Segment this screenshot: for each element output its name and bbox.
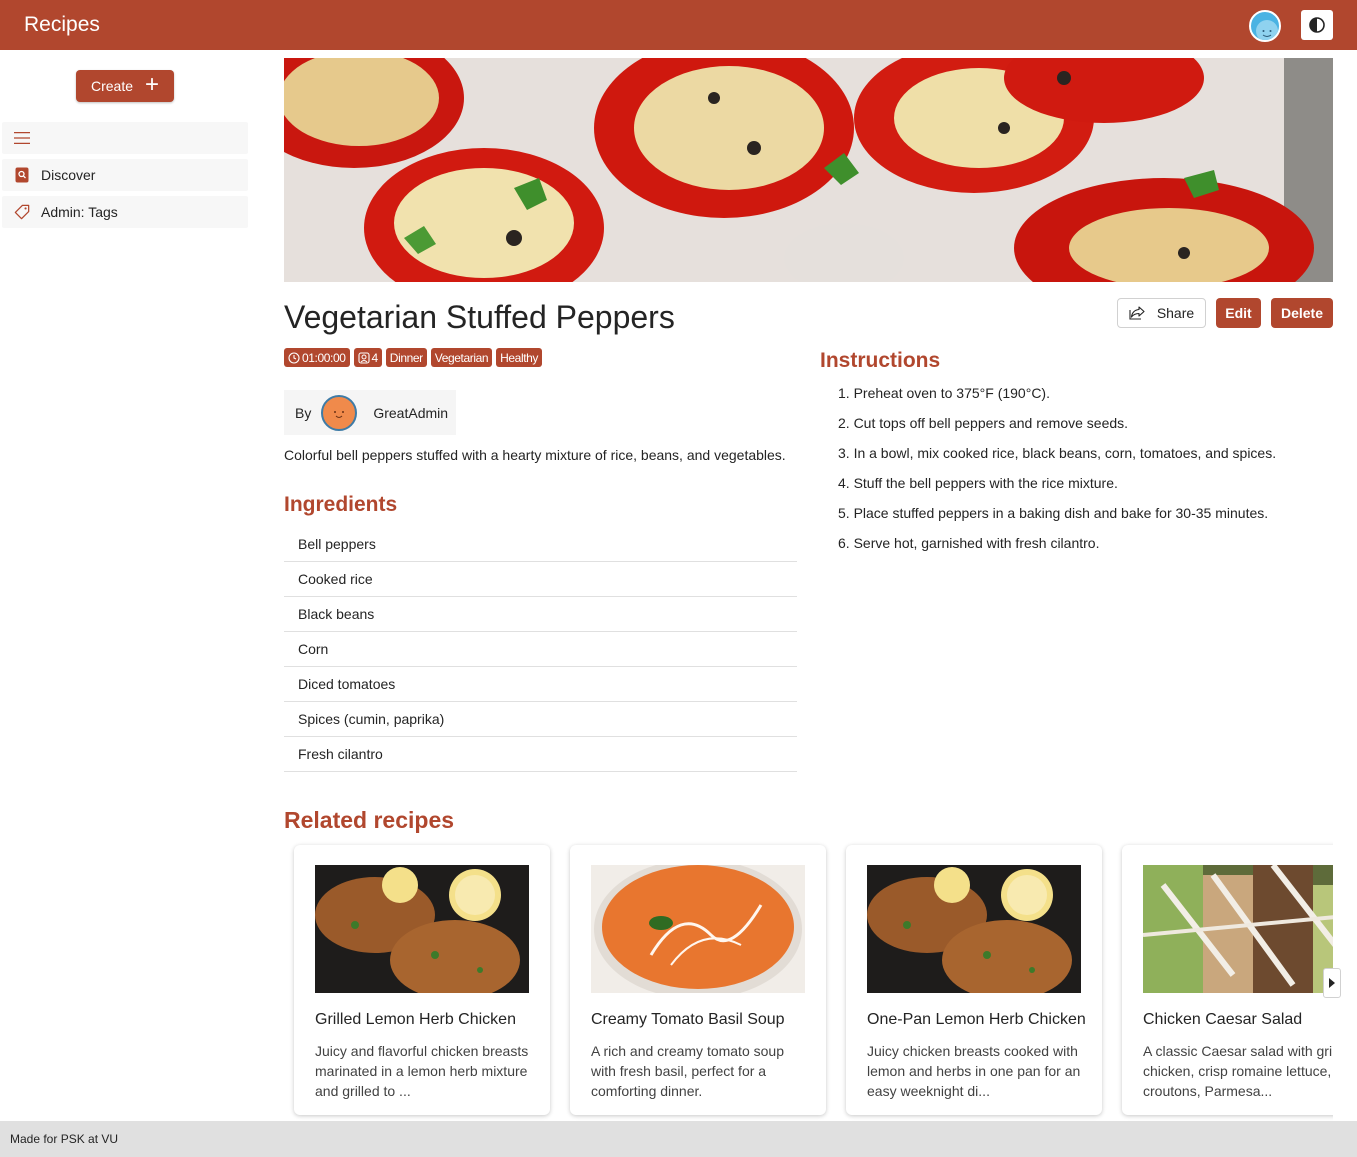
recipe-card-description: Juicy chicken breasts cooked with lemon … <box>867 1043 1081 1099</box>
recipe-badges: 01:00:00 4 Dinner Vegetarian Healthy <box>284 348 543 367</box>
create-button[interactable]: Create + <box>76 70 174 102</box>
footer-text: Made for PSK at VU <box>10 1132 119 1146</box>
recipe-card[interactable]: Creamy Tomato Basil Soup A rich and crea… <box>570 845 826 1115</box>
recipe-card-image <box>867 865 1081 993</box>
servings-badge: 4 <box>353 348 382 367</box>
recipe-card-description: A rich and creamy tomato soup with fresh… <box>591 1043 784 1099</box>
tag-badge[interactable]: Healthy <box>496 348 543 367</box>
recipe-card[interactable]: Chicken Caesar Salad A classic Caesar sa… <box>1122 845 1333 1115</box>
author-prefix: By <box>295 404 312 421</box>
list-item: Bell peppers <box>284 527 797 562</box>
sidebar-item-discover[interactable]: Discover <box>2 159 248 191</box>
list-item: Fresh cilantro <box>284 737 797 772</box>
carousel-next-button[interactable] <box>1323 968 1341 998</box>
servings-value: 4 <box>371 350 379 365</box>
clock-icon <box>288 351 300 364</box>
instruction-step: 3. In a bowl, mix cooked rice, black bea… <box>838 445 1277 461</box>
list-item: Black beans <box>284 597 797 632</box>
instructions-heading: Instructions <box>820 349 941 372</box>
edit-button[interactable]: Edit <box>1216 298 1261 328</box>
duration-badge: 01:00:00 <box>284 348 350 367</box>
instruction-step: 1. Preheat oven to 375°F (190°C). <box>838 385 1050 401</box>
author-name: GreatAdmin <box>373 404 449 421</box>
list-item: Cooked rice <box>284 562 797 597</box>
recipe-title: Vegetarian Stuffed Peppers <box>284 299 675 335</box>
chevron-right-icon <box>1329 978 1335 988</box>
sidebar-item-menu[interactable] <box>2 122 248 154</box>
hamburger-icon <box>14 130 30 146</box>
author-card[interactable]: By GreatAdmin <box>284 390 456 435</box>
contrast-icon <box>1309 17 1325 33</box>
recipe-card-image <box>315 865 529 993</box>
list-item: Spices (cumin, paprika) <box>284 702 797 737</box>
instruction-step: 2. Cut tops off bell peppers and remove … <box>838 415 1129 431</box>
list-item: Diced tomatoes <box>284 667 797 702</box>
share-label: Share <box>1156 305 1195 321</box>
recipe-card-title: Creamy Tomato Basil Soup <box>591 1011 785 1028</box>
instruction-step: 4. Stuff the bell peppers with the rice … <box>838 475 1118 491</box>
share-button[interactable]: Share <box>1117 298 1206 328</box>
recipe-description: Colorful bell peppers stuffed with a hea… <box>284 447 786 463</box>
delete-button[interactable]: Delete <box>1271 298 1333 328</box>
related-heading: Related recipes <box>284 807 455 833</box>
sidebar-nav: Discover Admin: Tags <box>2 122 248 233</box>
sidebar-item-label: Discover <box>41 167 96 183</box>
recipe-actions: Share Edit Delete <box>1117 298 1333 328</box>
related-carousel: Grilled Lemon Herb Chicken Juicy and fla… <box>284 836 1333 1122</box>
recipe-card-description: A classic Caesar salad with grilled chic… <box>1143 1043 1333 1099</box>
recipe-card-title: One-Pan Lemon Herb Chicken <box>867 1011 1086 1028</box>
tag-badge[interactable]: Vegetarian <box>430 348 493 367</box>
recipe-card-image <box>591 865 805 993</box>
share-icon <box>1129 306 1145 320</box>
author-avatar <box>321 394 358 431</box>
recipe-hero-image <box>284 58 1333 282</box>
tag-badge[interactable]: Dinner <box>385 348 427 367</box>
recipe-card-title: Grilled Lemon Herb Chicken <box>315 1011 516 1028</box>
instruction-step: 5. Place stuffed peppers in a baking dis… <box>838 505 1269 521</box>
servings-icon <box>357 351 370 364</box>
plus-icon: + <box>145 71 160 98</box>
sidebar-item-label: Admin: Tags <box>41 204 118 220</box>
instruction-step: 6. Serve hot, garnished with fresh cilan… <box>838 535 1100 551</box>
app-title[interactable]: Recipes <box>24 13 100 37</box>
recipe-card[interactable]: Grilled Lemon Herb Chicken Juicy and fla… <box>294 845 550 1115</box>
user-avatar[interactable] <box>1249 10 1281 42</box>
top-bar: Recipes <box>0 0 1357 50</box>
recipe-card-title: Chicken Caesar Salad <box>1143 1011 1303 1028</box>
ingredients-list: Bell peppers Cooked rice Black beans Cor… <box>284 527 797 772</box>
recipe-card-image <box>1143 865 1333 993</box>
sidebar-item-admin-tags[interactable]: Admin: Tags <box>2 196 248 228</box>
duration-value: 01:00:00 <box>302 350 346 365</box>
theme-toggle-button[interactable] <box>1301 10 1333 40</box>
footer: Made for PSK at VU <box>0 1121 1357 1157</box>
recipe-card-description: Juicy and flavorful chicken breasts mari… <box>315 1043 529 1099</box>
create-label: Create <box>90 78 133 94</box>
list-item: Corn <box>284 632 797 667</box>
recipe-card[interactable]: One-Pan Lemon Herb Chicken Juicy chicken… <box>846 845 1102 1115</box>
tag-icon <box>14 204 30 220</box>
instructions-list: 1. Preheat oven to 375°F (190°C). 2. Cut… <box>820 384 1276 564</box>
ingredients-heading: Ingredients <box>284 493 398 516</box>
book-search-icon <box>14 167 30 183</box>
